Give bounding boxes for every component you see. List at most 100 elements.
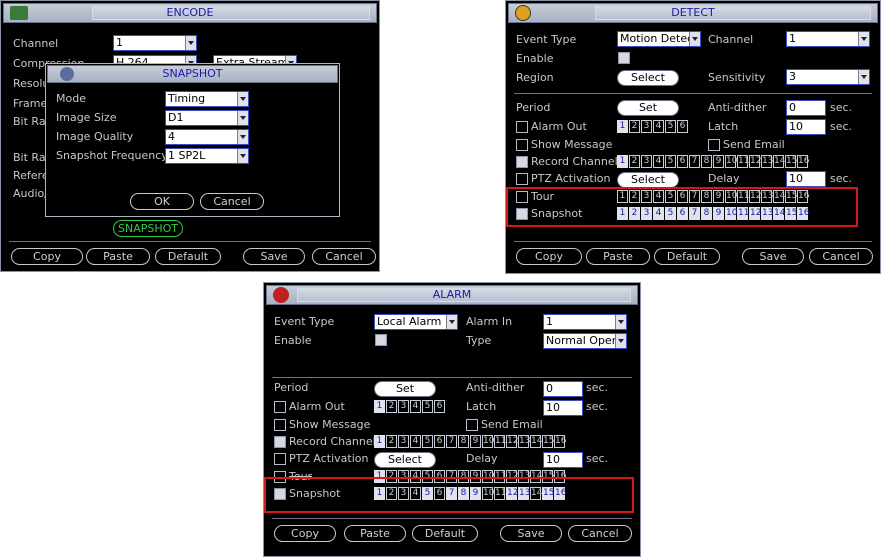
channel-toggle-4[interactable]: 4 [653, 120, 664, 133]
detect-record-channel-checkbox[interactable] [516, 156, 528, 168]
alarm-event-type-select[interactable]: Local Alarm [374, 314, 458, 330]
channel-toggle-11[interactable]: 11 [494, 435, 506, 448]
alarm-default-button[interactable]: Default [412, 525, 478, 542]
encode-copy-button[interactable]: Copy [11, 248, 83, 265]
encode-channel-select[interactable]: 1 [113, 35, 197, 51]
alarm-delay-input[interactable]: 10 [543, 452, 583, 468]
alarm-anti-dither-input[interactable]: 0 [543, 381, 583, 397]
chevron-down-icon [858, 32, 869, 46]
channel-toggle-14[interactable]: 14 [530, 435, 542, 448]
alarm-cancel-button[interactable]: Cancel [568, 525, 632, 542]
channel-toggle-9[interactable]: 9 [713, 155, 724, 168]
alarm-paste-button[interactable]: Paste [344, 525, 406, 542]
detect-enable-checkbox[interactable] [618, 52, 630, 64]
channel-toggle-4[interactable]: 4 [653, 155, 664, 168]
channel-toggle-13[interactable]: 13 [518, 435, 530, 448]
alarm-ptz-checkbox[interactable] [274, 453, 286, 465]
channel-toggle-9[interactable]: 9 [470, 435, 481, 448]
channel-toggle-12[interactable]: 12 [749, 155, 761, 168]
channel-toggle-12[interactable]: 12 [506, 435, 518, 448]
encode-save-button[interactable]: Save [243, 248, 305, 265]
alarm-label-type: Type [466, 334, 492, 347]
alarm-record-channel-checkbox[interactable] [274, 436, 286, 448]
channel-toggle-8[interactable]: 8 [458, 435, 469, 448]
snapshot-mode-select[interactable]: Timing [165, 91, 249, 107]
snapshot-size-select[interactable]: D1 [165, 110, 249, 126]
channel-toggle-10[interactable]: 10 [725, 155, 737, 168]
channel-toggle-2[interactable]: 2 [629, 155, 640, 168]
channel-toggle-5[interactable]: 5 [665, 120, 676, 133]
channel-toggle-7[interactable]: 7 [446, 435, 457, 448]
detect-send-email-checkbox[interactable] [708, 139, 720, 151]
channel-toggle-11[interactable]: 11 [737, 155, 749, 168]
channel-toggle-1[interactable]: 1 [617, 120, 628, 133]
alarm-show-message-checkbox[interactable] [274, 419, 286, 431]
detect-channel-select[interactable]: 1 [786, 31, 870, 47]
channel-toggle-4[interactable]: 4 [410, 400, 421, 413]
channel-toggle-1[interactable]: 1 [374, 400, 385, 413]
channel-toggle-2[interactable]: 2 [629, 120, 640, 133]
channel-toggle-10[interactable]: 10 [482, 435, 494, 448]
detect-alarm-out-checkbox[interactable] [516, 121, 528, 133]
channel-toggle-3[interactable]: 3 [398, 435, 409, 448]
channel-toggle-5[interactable]: 5 [422, 400, 433, 413]
channel-toggle-2[interactable]: 2 [386, 435, 397, 448]
snapshot-quality-select[interactable]: 4 [165, 129, 249, 145]
encode-cancel-button[interactable]: Cancel [312, 248, 376, 265]
channel-toggle-13[interactable]: 13 [761, 155, 773, 168]
detect-delay-input[interactable]: 10 [786, 171, 826, 187]
detect-label-record-channel: Record Channel [531, 155, 618, 168]
channel-toggle-1[interactable]: 1 [374, 435, 385, 448]
encode-paste-button[interactable]: Paste [86, 248, 150, 265]
detect-sensitivity-select[interactable]: 3 [786, 69, 870, 85]
channel-toggle-3[interactable]: 3 [398, 400, 409, 413]
detect-ptz-select-button[interactable]: Select [617, 172, 679, 188]
alarm-type-select[interactable]: Normal Open [543, 333, 627, 349]
detect-copy-button[interactable]: Copy [516, 248, 582, 265]
detect-save-button[interactable]: Save [742, 248, 804, 265]
channel-toggle-16[interactable]: 16 [554, 435, 566, 448]
detect-period-set-button[interactable]: Set [617, 100, 679, 116]
channel-toggle-8[interactable]: 8 [701, 155, 712, 168]
channel-toggle-3[interactable]: 3 [641, 155, 652, 168]
channel-toggle-6[interactable]: 6 [677, 120, 688, 133]
alarm-save-button[interactable]: Save [500, 525, 562, 542]
alarm-copy-button[interactable]: Copy [274, 525, 336, 542]
detect-latch-input[interactable]: 10 [786, 119, 826, 135]
channel-toggle-7[interactable]: 7 [689, 155, 700, 168]
channel-toggle-16[interactable]: 16 [797, 155, 809, 168]
detect-label-latch: Latch [708, 120, 739, 133]
channel-toggle-5[interactable]: 5 [422, 435, 433, 448]
channel-toggle-5[interactable]: 5 [665, 155, 676, 168]
channel-toggle-3[interactable]: 3 [641, 120, 652, 133]
snapshot-frequency-select[interactable]: 1 SP2L [165, 148, 249, 164]
detect-default-button[interactable]: Default [654, 248, 720, 265]
alarm-ptz-select-button[interactable]: Select [374, 452, 436, 468]
channel-toggle-14[interactable]: 14 [773, 155, 785, 168]
encode-snapshot-button[interactable]: SNAPSHOT [113, 220, 183, 237]
detect-ptz-checkbox[interactable] [516, 173, 528, 185]
alarm-period-set-button[interactable]: Set [374, 381, 436, 397]
alarm-send-email-checkbox[interactable] [466, 419, 478, 431]
snapshot-cancel-button[interactable]: Cancel [200, 193, 264, 210]
channel-toggle-2[interactable]: 2 [386, 400, 397, 413]
alarm-alarm-in-select[interactable]: 1 [543, 314, 627, 330]
channel-toggle-4[interactable]: 4 [410, 435, 421, 448]
channel-toggle-15[interactable]: 15 [785, 155, 797, 168]
channel-toggle-6[interactable]: 6 [677, 155, 688, 168]
detect-event-type-select[interactable]: Motion Detect [617, 31, 701, 47]
alarm-latch-input[interactable]: 10 [543, 400, 583, 416]
detect-anti-dither-input[interactable]: 0 [786, 100, 826, 116]
detect-cancel-button[interactable]: Cancel [809, 248, 873, 265]
channel-toggle-6[interactable]: 6 [434, 400, 445, 413]
channel-toggle-15[interactable]: 15 [542, 435, 554, 448]
encode-default-button[interactable]: Default [155, 248, 221, 265]
snapshot-ok-button[interactable]: OK [130, 193, 194, 210]
detect-region-select-button[interactable]: Select [617, 70, 679, 86]
channel-toggle-1[interactable]: 1 [617, 155, 628, 168]
alarm-alarm-out-checkbox[interactable] [274, 401, 286, 413]
alarm-enable-checkbox[interactable] [375, 334, 387, 346]
detect-paste-button[interactable]: Paste [586, 248, 650, 265]
channel-toggle-6[interactable]: 6 [434, 435, 445, 448]
detect-show-message-checkbox[interactable] [516, 139, 528, 151]
